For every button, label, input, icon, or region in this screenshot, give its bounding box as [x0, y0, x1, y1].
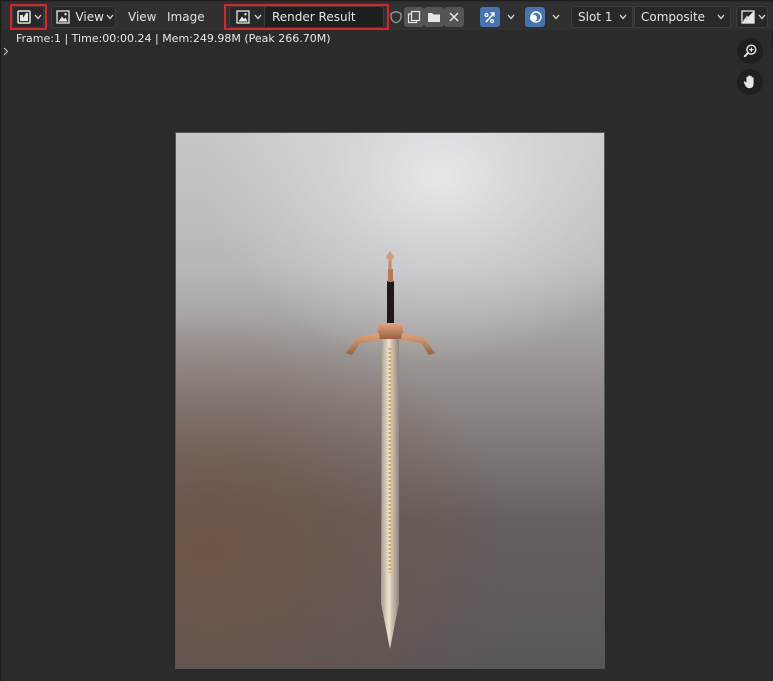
gizmo-toggle[interactable] [480, 7, 500, 27]
sidebar-expand-chevron-icon[interactable] [3, 45, 9, 59]
overlay-options-chevron-icon[interactable] [551, 12, 561, 22]
unlink-image-button[interactable] [444, 7, 464, 27]
overlay-toggle[interactable] [525, 7, 545, 27]
view-mode-dropdown[interactable]: View [51, 6, 116, 28]
render-slot-label: Slot 1 [578, 10, 613, 24]
render-layer-label: Composite [641, 10, 706, 24]
image-editor-window: View View Image Render Result Slot 1 Com… [0, 0, 773, 681]
chevron-down-icon [618, 12, 628, 22]
render-result-image [175, 132, 605, 669]
image-editor-header: View View Image Render Result Slot 1 Com… [2, 2, 773, 30]
duplicate-image-button[interactable] [404, 7, 424, 27]
shield-icon [388, 9, 404, 25]
render-slot-dropdown[interactable]: Slot 1 [571, 6, 633, 28]
image-icon [56, 9, 70, 25]
hand-icon [742, 74, 758, 90]
display-channels-icon [740, 9, 755, 25]
menu-view[interactable]: View [128, 6, 156, 28]
fake-user-button[interactable] [386, 7, 406, 27]
menu-image[interactable]: Image [167, 6, 205, 28]
render-layer-dropdown[interactable]: Composite [634, 6, 731, 28]
chevron-down-icon [716, 12, 726, 22]
close-icon [446, 9, 462, 25]
sword-render [346, 251, 435, 649]
open-image-button[interactable] [424, 7, 444, 27]
chevron-down-icon [757, 12, 767, 22]
render-info-text: Frame:1 | Time:00:00.24 | Mem:249.98M (P… [16, 32, 331, 45]
view-mode-label: View [75, 10, 104, 24]
display-channels-dropdown[interactable] [736, 6, 768, 28]
duplicate-icon [406, 9, 422, 25]
chevron-down-icon [106, 12, 115, 22]
gizmo-options-chevron-icon[interactable] [506, 12, 516, 22]
pan-button[interactable] [737, 69, 763, 95]
overlay-icon [527, 9, 543, 25]
folder-icon [426, 9, 442, 25]
zoom-icon [742, 43, 758, 59]
image-datablock-highlight [224, 4, 389, 30]
gizmo-icon [482, 9, 498, 25]
editor-type-highlight [10, 4, 47, 30]
zoom-button[interactable] [737, 38, 763, 64]
image-canvas[interactable] [2, 47, 773, 681]
